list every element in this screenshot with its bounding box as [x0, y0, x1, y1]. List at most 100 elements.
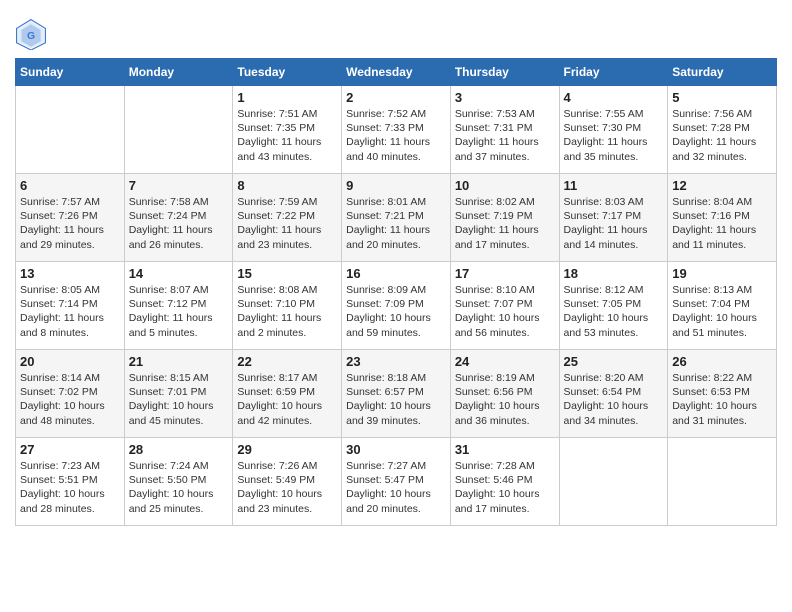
- calendar-cell: 21 Sunrise: 8:15 AM Sunset: 7:01 PM Dayli…: [124, 350, 233, 438]
- weekday-header: Sunday: [16, 59, 125, 86]
- weekday-header: Wednesday: [342, 59, 451, 86]
- logo: G: [15, 18, 51, 50]
- header: G: [15, 10, 777, 50]
- calendar-cell: 9 Sunrise: 8:01 AM Sunset: 7:21 PM Daylig…: [342, 174, 451, 262]
- calendar-cell: 29 Sunrise: 7:26 AM Sunset: 5:49 PM Dayli…: [233, 438, 342, 526]
- day-info: Sunrise: 8:03 AM Sunset: 7:17 PM Dayligh…: [564, 195, 664, 252]
- day-number: 25: [564, 354, 664, 369]
- logo-icon: G: [15, 18, 47, 50]
- calendar-week-row: 27 Sunrise: 7:23 AM Sunset: 5:51 PM Dayli…: [16, 438, 777, 526]
- calendar-week-row: 1 Sunrise: 7:51 AM Sunset: 7:35 PM Daylig…: [16, 86, 777, 174]
- day-number: 2: [346, 90, 446, 105]
- weekday-header: Monday: [124, 59, 233, 86]
- calendar-cell: 12Sunrise: 8:04 AM Sunset: 7:16 PM Dayli…: [668, 174, 777, 262]
- day-number: 18: [564, 266, 664, 281]
- day-info: Sunrise: 7:51 AM Sunset: 7:35 PM Dayligh…: [237, 107, 337, 164]
- calendar-cell: [16, 86, 125, 174]
- calendar-cell: 7Sunrise: 7:58 AM Sunset: 7:24 PM Daylig…: [124, 174, 233, 262]
- calendar-cell: 3Sunrise: 7:53 AM Sunset: 7:31 PM Daylig…: [450, 86, 559, 174]
- day-info: Sunrise: 7:56 AM Sunset: 7:28 PM Dayligh…: [672, 107, 772, 164]
- day-number: 29: [237, 442, 337, 457]
- calendar-cell: 13Sunrise: 8:05 AM Sunset: 7:14 PM Dayli…: [16, 262, 125, 350]
- day-number: 27: [20, 442, 120, 457]
- weekday-header: Tuesday: [233, 59, 342, 86]
- day-info: Sunrise: 7:26 AM Sunset: 5:49 PM Dayligh…: [237, 459, 337, 516]
- calendar-table: SundayMondayTuesdayWednesdayThursdayFrid…: [15, 58, 777, 526]
- day-info: Sunrise: 8:05 AM Sunset: 7:14 PM Dayligh…: [20, 283, 120, 340]
- calendar-cell: 10 Sunrise: 8:02 AM Sunset: 7:19 PM Dayli…: [450, 174, 559, 262]
- day-info: Sunrise: 8:15 AM Sunset: 7:01 PM Dayligh…: [129, 371, 229, 428]
- day-info: Sunrise: 8:14 AM Sunset: 7:02 PM Dayligh…: [20, 371, 120, 428]
- day-info: Sunrise: 8:12 AM Sunset: 7:05 PM Dayligh…: [564, 283, 664, 340]
- day-number: 23: [346, 354, 446, 369]
- day-info: Sunrise: 8:07 AM Sunset: 7:12 PM Dayligh…: [129, 283, 229, 340]
- calendar-cell: 19Sunrise: 8:13 AM Sunset: 7:04 PM Dayli…: [668, 262, 777, 350]
- day-info: Sunrise: 7:23 AM Sunset: 5:51 PM Dayligh…: [20, 459, 120, 516]
- day-info: Sunrise: 7:27 AM Sunset: 5:47 PM Dayligh…: [346, 459, 446, 516]
- weekday-header-row: SundayMondayTuesdayWednesdayThursdayFrid…: [16, 59, 777, 86]
- calendar-cell: 8Sunrise: 7:59 AM Sunset: 7:22 PM Daylig…: [233, 174, 342, 262]
- calendar-cell: 6Sunrise: 7:57 AM Sunset: 7:26 PM Daylig…: [16, 174, 125, 262]
- day-info: Sunrise: 8:18 AM Sunset: 6:57 PM Dayligh…: [346, 371, 446, 428]
- calendar-cell: [124, 86, 233, 174]
- calendar-cell: 31Sunrise: 7:28 AM Sunset: 5:46 PM Dayli…: [450, 438, 559, 526]
- calendar-cell: [668, 438, 777, 526]
- svg-text:G: G: [27, 31, 35, 42]
- day-number: 30: [346, 442, 446, 457]
- day-info: Sunrise: 8:17 AM Sunset: 6:59 PM Dayligh…: [237, 371, 337, 428]
- day-number: 22: [237, 354, 337, 369]
- page: G SundayMondayTuesdayWednesdayThursdayFr…: [0, 0, 792, 541]
- day-number: 11: [564, 178, 664, 193]
- weekday-header: Thursday: [450, 59, 559, 86]
- calendar-week-row: 13Sunrise: 8:05 AM Sunset: 7:14 PM Dayli…: [16, 262, 777, 350]
- day-info: Sunrise: 7:58 AM Sunset: 7:24 PM Dayligh…: [129, 195, 229, 252]
- calendar-cell: 20 Sunrise: 8:14 AM Sunset: 7:02 PM Dayli…: [16, 350, 125, 438]
- calendar-cell: 16Sunrise: 8:09 AM Sunset: 7:09 PM Dayli…: [342, 262, 451, 350]
- calendar-cell: 14 Sunrise: 8:07 AM Sunset: 7:12 PM Dayli…: [124, 262, 233, 350]
- day-number: 17: [455, 266, 555, 281]
- weekday-header: Friday: [559, 59, 668, 86]
- calendar-cell: 17Sunrise: 8:10 AM Sunset: 7:07 PM Dayli…: [450, 262, 559, 350]
- day-info: Sunrise: 8:02 AM Sunset: 7:19 PM Dayligh…: [455, 195, 555, 252]
- day-info: Sunrise: 7:52 AM Sunset: 7:33 PM Dayligh…: [346, 107, 446, 164]
- day-number: 5: [672, 90, 772, 105]
- day-number: 10: [455, 178, 555, 193]
- day-number: 20: [20, 354, 120, 369]
- calendar-cell: 28 Sunrise: 7:24 AM Sunset: 5:50 PM Dayli…: [124, 438, 233, 526]
- day-info: Sunrise: 7:24 AM Sunset: 5:50 PM Dayligh…: [129, 459, 229, 516]
- calendar-cell: 1 Sunrise: 7:51 AM Sunset: 7:35 PM Daylig…: [233, 86, 342, 174]
- weekday-header: Saturday: [668, 59, 777, 86]
- day-number: 21: [129, 354, 229, 369]
- calendar-week-row: 6Sunrise: 7:57 AM Sunset: 7:26 PM Daylig…: [16, 174, 777, 262]
- day-info: Sunrise: 8:13 AM Sunset: 7:04 PM Dayligh…: [672, 283, 772, 340]
- day-info: Sunrise: 8:20 AM Sunset: 6:54 PM Dayligh…: [564, 371, 664, 428]
- day-info: Sunrise: 7:28 AM Sunset: 5:46 PM Dayligh…: [455, 459, 555, 516]
- calendar-cell: 5 Sunrise: 7:56 AM Sunset: 7:28 PM Daylig…: [668, 86, 777, 174]
- calendar-week-row: 20 Sunrise: 8:14 AM Sunset: 7:02 PM Dayli…: [16, 350, 777, 438]
- day-number: 9: [346, 178, 446, 193]
- day-number: 12: [672, 178, 772, 193]
- day-info: Sunrise: 7:55 AM Sunset: 7:30 PM Dayligh…: [564, 107, 664, 164]
- day-info: Sunrise: 8:19 AM Sunset: 6:56 PM Dayligh…: [455, 371, 555, 428]
- day-number: 4: [564, 90, 664, 105]
- calendar-cell: 22 Sunrise: 8:17 AM Sunset: 6:59 PM Dayli…: [233, 350, 342, 438]
- day-info: Sunrise: 8:01 AM Sunset: 7:21 PM Dayligh…: [346, 195, 446, 252]
- calendar-cell: 4 Sunrise: 7:55 AM Sunset: 7:30 PM Daylig…: [559, 86, 668, 174]
- calendar-cell: 27 Sunrise: 7:23 AM Sunset: 5:51 PM Dayli…: [16, 438, 125, 526]
- calendar-cell: 2 Sunrise: 7:52 AM Sunset: 7:33 PM Daylig…: [342, 86, 451, 174]
- day-info: Sunrise: 8:09 AM Sunset: 7:09 PM Dayligh…: [346, 283, 446, 340]
- calendar-cell: [559, 438, 668, 526]
- calendar-cell: 23 Sunrise: 8:18 AM Sunset: 6:57 PM Dayli…: [342, 350, 451, 438]
- day-number: 24: [455, 354, 555, 369]
- day-info: Sunrise: 7:53 AM Sunset: 7:31 PM Dayligh…: [455, 107, 555, 164]
- day-number: 28: [129, 442, 229, 457]
- calendar-cell: 24 Sunrise: 8:19 AM Sunset: 6:56 PM Dayli…: [450, 350, 559, 438]
- day-number: 14: [129, 266, 229, 281]
- day-info: Sunrise: 8:08 AM Sunset: 7:10 PM Dayligh…: [237, 283, 337, 340]
- calendar-cell: 15Sunrise: 8:08 AM Sunset: 7:10 PM Dayli…: [233, 262, 342, 350]
- day-number: 6: [20, 178, 120, 193]
- calendar-cell: 26Sunrise: 8:22 AM Sunset: 6:53 PM Dayli…: [668, 350, 777, 438]
- day-info: Sunrise: 7:59 AM Sunset: 7:22 PM Dayligh…: [237, 195, 337, 252]
- day-info: Sunrise: 8:22 AM Sunset: 6:53 PM Dayligh…: [672, 371, 772, 428]
- day-number: 1: [237, 90, 337, 105]
